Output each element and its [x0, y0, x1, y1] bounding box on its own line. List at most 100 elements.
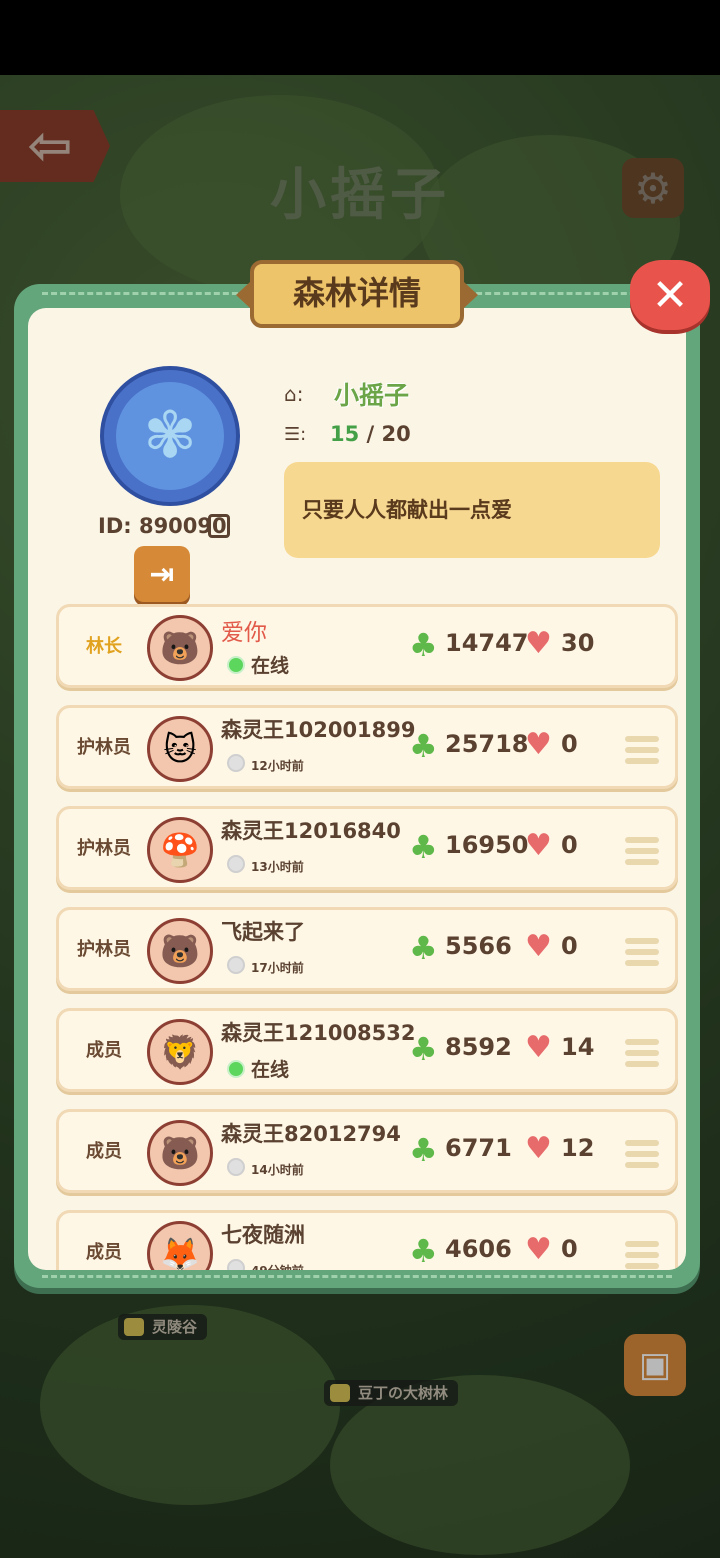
- member-status-text: 17小时前: [251, 961, 304, 975]
- menu-icon[interactable]: [625, 1140, 659, 1173]
- dialog-title: 森林详情: [236, 260, 478, 328]
- butterfly-icon: ✾: [116, 382, 224, 490]
- heart-flag-icon: ♥: [525, 727, 552, 762]
- member-name: 森灵王121008532: [221, 1021, 416, 1045]
- avatar[interactable]: 🍄: [147, 817, 213, 883]
- panel-border-dash: [42, 1275, 672, 1278]
- member-contribution: 14747: [445, 629, 529, 657]
- member-status: 13小时前: [227, 855, 304, 875]
- member-current: 15: [330, 422, 360, 446]
- member-status: 17小时前: [227, 956, 304, 976]
- member-name: 森灵王82012794: [221, 1122, 401, 1146]
- member-max: 20: [381, 422, 411, 446]
- member-status-text: 14小时前: [251, 1163, 304, 1177]
- avatar[interactable]: 🦁: [147, 1019, 213, 1085]
- forest-emblem: ✾: [100, 366, 240, 506]
- member-role: 成员: [86, 1141, 122, 1162]
- member-name: 七夜随洲: [221, 1223, 305, 1247]
- member-likes: 14: [561, 1033, 595, 1061]
- copy-icon[interactable]: [208, 514, 230, 538]
- member-role: 成员: [86, 1040, 122, 1061]
- forest-detail-dialog: ✾ ID: 890090 ⇥ ⌂: 小摇子 ☰: 15 / 20 只要人人都献出…: [14, 284, 700, 1288]
- member-row[interactable]: 林长 🐻 爱你在线 ♣ 14747 ♥ 30: [56, 604, 678, 688]
- member-status: 在线: [227, 651, 289, 678]
- heart-flag-icon: ♥: [525, 1030, 552, 1065]
- member-row[interactable]: 护林员 🐱 森灵王102001899 12小时前 ♣ 25718 ♥ 0: [56, 705, 678, 789]
- exit-icon: ⇥: [149, 556, 175, 592]
- home-icon: ⌂:: [284, 382, 304, 406]
- avatar[interactable]: 🐻: [147, 615, 213, 681]
- member-status-text: 12小时前: [251, 759, 304, 773]
- member-status-text: 49分钟前: [251, 1264, 304, 1270]
- forest-notice: 只要人人都献出一点爱: [284, 462, 660, 558]
- member-likes: 12: [561, 1134, 595, 1162]
- member-role: 护林员: [77, 737, 131, 758]
- member-name: 爱你: [221, 620, 267, 646]
- exit-forest-button[interactable]: ⇥: [134, 546, 190, 602]
- member-contribution: 4606: [445, 1235, 512, 1263]
- member-contribution: 5566: [445, 932, 512, 960]
- heart-flag-icon: ♥: [525, 929, 552, 964]
- clover-icon: ♣: [409, 626, 438, 664]
- member-status: 14小时前: [227, 1158, 304, 1178]
- member-count: 15 / 20: [330, 422, 411, 446]
- status-dot: [227, 754, 245, 772]
- avatar[interactable]: 🐱: [147, 716, 213, 782]
- member-role: 林长: [86, 636, 122, 657]
- heart-flag-icon: ♥: [525, 828, 552, 863]
- member-role: 护林员: [77, 838, 131, 859]
- clover-icon: ♣: [409, 1030, 438, 1068]
- clover-icon: ♣: [409, 929, 438, 967]
- member-row[interactable]: 成员 🐻 森灵王82012794 14小时前 ♣ 6771 ♥ 12: [56, 1109, 678, 1193]
- member-status: 在线: [227, 1055, 289, 1082]
- status-dot: [227, 855, 245, 873]
- member-row[interactable]: 护林员 🐻 飞起来了 17小时前 ♣ 5566 ♥ 0: [56, 907, 678, 991]
- member-row[interactable]: 成员 🦊 七夜随洲 49分钟前 ♣4606 ♥ 0: [56, 1210, 678, 1270]
- member-status: 12小时前: [227, 754, 304, 774]
- members-icon: ☰:: [284, 424, 307, 445]
- member-status-text: 13小时前: [251, 860, 304, 874]
- member-likes: 0: [561, 831, 578, 859]
- member-status-text: 在线: [251, 655, 290, 677]
- member-contribution: 16950: [445, 831, 529, 859]
- member-row[interactable]: 护林员 🍄 森灵王12016840 13小时前 ♣ 16950 ♥ 0: [56, 806, 678, 890]
- close-button[interactable]: ✕: [630, 260, 710, 330]
- member-contribution: 25718: [445, 730, 529, 758]
- menu-icon[interactable]: [625, 736, 659, 769]
- clover-icon: ♣: [409, 1232, 438, 1270]
- dialog-body: ✾ ID: 890090 ⇥ ⌂: 小摇子 ☰: 15 / 20 只要人人都献出…: [28, 308, 686, 1270]
- member-name: 飞起来了: [221, 920, 305, 944]
- heart-flag-icon: ♥: [525, 626, 552, 661]
- status-dot: [227, 1259, 245, 1270]
- member-likes: 0: [561, 932, 578, 960]
- member-name: 森灵王102001899: [221, 718, 416, 742]
- clover-icon: ♣: [409, 1131, 438, 1169]
- member-role: 护林员: [77, 939, 131, 960]
- status-dot: [227, 1158, 245, 1176]
- status-dot: [227, 1060, 245, 1078]
- heart-flag-icon: ♥: [525, 1232, 552, 1267]
- forest-name: 小摇子: [334, 381, 410, 410]
- member-separator: /: [359, 422, 382, 446]
- avatar[interactable]: 🐻: [147, 918, 213, 984]
- member-role: 成员: [86, 1242, 122, 1263]
- member-row[interactable]: 成员 🦁 森灵王121008532 在线 ♣ 8592 ♥ 14: [56, 1008, 678, 1092]
- menu-icon[interactable]: [625, 1241, 659, 1270]
- menu-icon[interactable]: [625, 938, 659, 971]
- status-dot: [227, 656, 245, 674]
- member-contribution: 6771: [445, 1134, 512, 1162]
- status-dot: [227, 956, 245, 974]
- avatar[interactable]: 🐻: [147, 1120, 213, 1186]
- member-name: 森灵王12016840: [221, 819, 401, 843]
- member-contribution: 8592: [445, 1033, 512, 1061]
- clover-icon: ♣: [409, 727, 438, 765]
- member-likes: 0: [561, 730, 578, 758]
- member-likes: 0: [561, 1235, 578, 1263]
- menu-icon[interactable]: [625, 1039, 659, 1072]
- close-icon: ✕: [651, 269, 689, 321]
- menu-icon[interactable]: [625, 837, 659, 870]
- member-status-text: 在线: [251, 1059, 290, 1081]
- member-likes: 30: [561, 629, 595, 657]
- member-status: 49分钟前: [227, 1259, 304, 1270]
- avatar[interactable]: 🦊: [147, 1221, 213, 1270]
